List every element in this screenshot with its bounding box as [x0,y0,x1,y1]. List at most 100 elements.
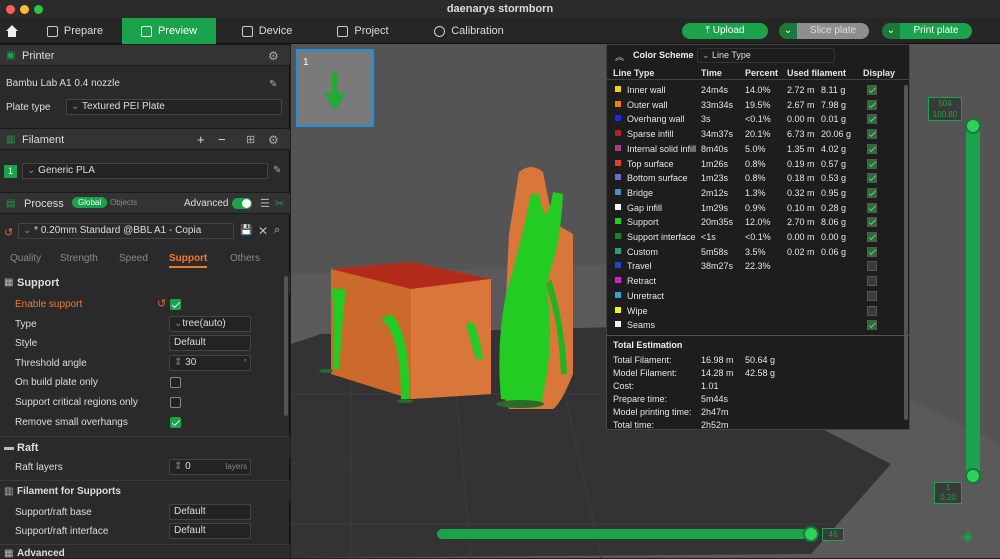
line-type-weight: 4.02 g [821,143,847,154]
save-preset-icon[interactable]: 💾 [240,225,252,236]
display-checkbox[interactable] [867,246,877,257]
support-style-select[interactable]: Default [169,335,251,351]
support-raft-base-select[interactable]: Default [169,504,251,520]
remove-small-overhangs-checkbox[interactable] [170,417,181,428]
display-checkbox[interactable] [867,114,877,125]
display-checkbox[interactable] [867,187,877,198]
printer-settings-gear-icon[interactable]: ⚙ [268,49,279,63]
estimation-value: 5m44s [701,394,729,404]
line-type-name: Overhang wall [627,114,685,125]
raft-layers-input[interactable]: ⇕ 0 layers [169,459,251,475]
line-type-weight: 0.01 g [821,114,847,125]
tab-calibration[interactable]: Calibration [414,18,524,44]
column-used-filament: Used filament [787,68,847,78]
display-checkbox[interactable] [867,217,877,228]
stepper-icon[interactable]: ⇕ [174,461,185,472]
move-slider-handle[interactable] [803,526,819,542]
tab-quality[interactable]: Quality [10,253,41,264]
color-scheme-scrollbar[interactable] [904,85,908,420]
layer-range-slider[interactable] [965,118,981,484]
color-scheme-panel: ︽ Color Scheme ⌄ Line Type Line Type Tim… [606,44,911,430]
display-checkbox[interactable] [867,320,877,331]
main-tab-bar: Prepare Preview Device Project Calibrati… [0,18,1000,44]
collapse-icon[interactable]: ︽ [615,50,624,63]
display-checkbox[interactable] [867,85,877,95]
tab-speed[interactable]: Speed [119,253,148,264]
line-type-time: 34m37s [701,129,734,140]
objects-toggle[interactable]: Objects [110,198,137,207]
slice-plate-button[interactable]: Slice plate [797,23,869,39]
process-compare-icon[interactable]: ☰ [260,197,270,210]
line-type-percent: 5.0% [745,143,766,154]
filament-icon: ▥ [6,134,16,145]
close-preset-icon[interactable]: ✕ [258,224,268,238]
process-tools-icon[interactable]: ✂ [275,197,284,210]
raft-group-label: Raft [17,442,39,454]
display-checkbox[interactable] [867,305,877,316]
tab-others[interactable]: Others [230,253,260,264]
print-plate-button[interactable]: Print plate [900,23,972,39]
plate-thumbnail[interactable]: 1 [296,49,374,127]
display-checkbox[interactable] [867,129,877,140]
printer-edit-icon[interactable]: ✎ [269,79,277,90]
line-type-color-swatch [615,203,621,210]
tab-device[interactable]: Device [222,18,312,44]
color-scheme-select[interactable]: ⌄ Line Type [697,48,835,63]
display-checkbox[interactable] [867,232,877,242]
filament-select[interactable]: ⌄ Generic PLA [22,163,268,179]
line-type-color-swatch [615,115,621,122]
move-slider[interactable] [437,526,819,542]
line-type-time: 5m58s [701,246,729,257]
line-type-weight: 0.53 g [821,173,847,184]
tab-preview[interactable]: Preview [122,18,216,44]
sidebar-scrollbar[interactable] [284,276,288,416]
bottom-layer-handle[interactable] [965,468,981,484]
line-type-time: 20m35s [701,217,734,228]
support-type-select[interactable]: ⌄tree(auto) [169,316,251,332]
search-icon[interactable]: ⌕ [274,224,280,237]
print-dropdown-button[interactable]: ⌄ [882,23,900,39]
display-checkbox[interactable] [867,290,877,301]
threshold-angle-input[interactable]: ⇕ 30 ° [169,355,251,371]
tab-prepare[interactable]: Prepare [30,18,120,44]
maximize-window-button[interactable] [34,5,43,14]
home-button[interactable] [0,18,24,44]
filament-settings-gear-icon[interactable]: ⚙ [268,133,279,147]
plate-type-select[interactable]: ⌄ Textured PEI Plate [66,99,282,115]
tab-strength[interactable]: Strength [60,253,98,264]
stepper-icon[interactable]: ⇕ [174,357,185,368]
advanced-toggle[interactable] [232,198,252,209]
add-filament-icon[interactable]: + [197,132,205,147]
reset-support-icon[interactable]: ↺ [157,297,166,310]
critical-regions-checkbox[interactable] [170,397,181,408]
upload-button[interactable]: ⤒ Upload [682,23,768,39]
tab-project[interactable]: Project [318,18,408,44]
display-checkbox[interactable] [867,158,877,169]
top-layer-handle[interactable] [965,118,981,134]
global-toggle[interactable]: Global [72,197,108,208]
remove-filament-icon[interactable]: − [218,132,226,147]
display-checkbox[interactable] [867,261,877,272]
close-window-button[interactable] [6,5,15,14]
top-layer-height: 100.80 [932,110,958,119]
printer-select[interactable]: Bambu Lab A1 0.4 nozzle [2,77,266,93]
line-type-time: 1m23s [701,173,729,184]
line-type-name: Gap infill [627,202,663,213]
enable-support-checkbox[interactable] [170,299,181,310]
build-plate-only-checkbox[interactable] [170,377,181,388]
display-checkbox[interactable] [867,173,877,184]
display-checkbox[interactable] [867,202,877,213]
slice-dropdown-button[interactable]: ⌄ [779,23,797,39]
minimize-window-button[interactable] [20,5,29,14]
display-checkbox[interactable] [867,99,877,110]
filament-sync-icon[interactable]: ⊞ [246,133,255,146]
display-checkbox[interactable] [867,143,877,154]
filament-edit-icon[interactable]: ✎ [273,165,281,176]
tab-support[interactable]: Support [169,253,208,268]
advanced-group-header: ▦ Advanced [0,544,290,559]
process-preset-select[interactable]: ⌄ * 0.20mm Standard @BBL A1 - Copia [18,223,234,239]
support-raft-interface-select[interactable]: Default [169,523,251,539]
reset-icon[interactable]: ↺ [4,226,13,239]
view-layers-button[interactable]: ◈ [959,525,981,547]
display-checkbox[interactable] [867,276,877,287]
